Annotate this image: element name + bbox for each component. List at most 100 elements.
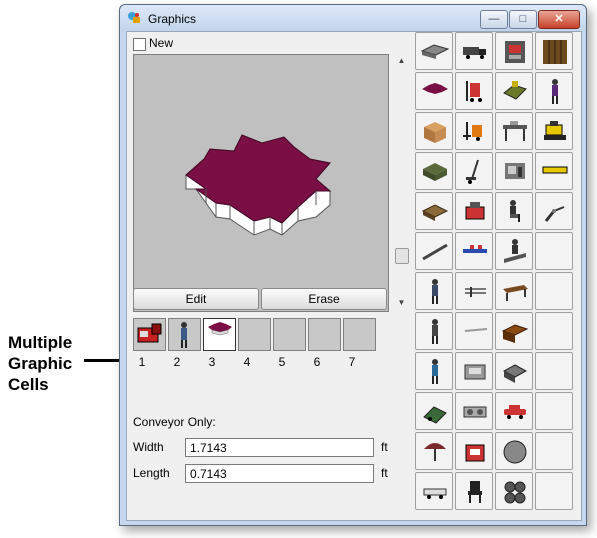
palette-empty-slot (535, 392, 573, 430)
graphic-cell-5[interactable] (273, 318, 306, 351)
small-vehicle-icon (423, 488, 447, 499)
palette-item-hand-cart[interactable] (455, 152, 493, 190)
palette-item-worker-standing[interactable] (415, 272, 453, 310)
palette-item-machine-tool[interactable] (495, 152, 533, 190)
palette-item-gear-platform[interactable] (415, 72, 453, 110)
machine-press-icon (505, 41, 525, 63)
palette-item-gray-engine[interactable] (495, 352, 533, 390)
palette-item-yellow-bulldozer[interactable] (535, 112, 573, 150)
cell-number: 7 (348, 355, 356, 369)
red-machine-icon (137, 323, 162, 343)
gray-slab-icon (420, 44, 450, 59)
palette-item-lathe[interactable] (455, 392, 493, 430)
window-title: Graphics (148, 12, 197, 26)
graphic-cell-7[interactable] (343, 318, 376, 351)
palette-item-worker-treadmill[interactable] (495, 232, 533, 270)
width-field[interactable]: 1.7143 (185, 438, 374, 457)
palette-item-machine-press[interactable] (495, 32, 533, 70)
yellow-bulldozer-icon (544, 121, 566, 140)
close-button[interactable]: ✕ (538, 10, 580, 29)
palette-item-red-press[interactable] (455, 432, 493, 470)
graphic-cell-2[interactable] (168, 318, 201, 351)
client-area: New ▲ ▼ Edit Erase 1 2 3 4 5 6 7 Conveyo… (126, 31, 582, 521)
conveyor-rod-icon (422, 243, 448, 261)
palette-item-chair[interactable] (455, 472, 493, 510)
graphic-cell-4[interactable] (238, 318, 271, 351)
thin-rail-icon (464, 328, 488, 332)
palette-item-wood-pallet[interactable] (415, 192, 453, 230)
red-car-icon (504, 405, 526, 419)
palette-item-brown-table[interactable] (495, 272, 533, 310)
palette-item-forklift-red[interactable] (455, 72, 493, 110)
palette-item-gray-equipment[interactable] (455, 352, 493, 390)
gear-platform-graphic (185, 134, 332, 236)
palette-item-red-car[interactable] (495, 392, 533, 430)
palette-item-small-vehicle[interactable] (415, 472, 453, 510)
palette-item-yellow-bar[interactable] (535, 152, 573, 190)
scroll-down-icon[interactable]: ▼ (396, 298, 407, 307)
graphic-cell-1[interactable] (133, 318, 166, 351)
palette-item-worker-blue[interactable] (415, 352, 453, 390)
brown-desk-icon (501, 324, 529, 343)
palette-scrollbar[interactable]: ▲ ▼ (393, 54, 410, 310)
palette-item-worker-standing-2[interactable] (415, 312, 453, 350)
palette-item-workbench[interactable] (495, 112, 533, 150)
workbench-icon (503, 121, 527, 141)
palette-item-gray-slab[interactable] (415, 32, 453, 70)
graphic-cell-3[interactable] (203, 318, 236, 351)
erase-button[interactable]: Erase (261, 288, 387, 310)
worker-umbrella-icon (424, 443, 446, 461)
palette-item-thin-rail[interactable] (455, 312, 493, 350)
graphic-cell-6[interactable] (308, 318, 341, 351)
scroll-up-icon[interactable]: ▲ (396, 56, 407, 65)
edit-button[interactable]: Edit (133, 288, 259, 310)
palette-item-worker-seated[interactable] (495, 192, 533, 230)
red-robot-icon (465, 202, 485, 220)
cell-number: 4 (243, 355, 251, 369)
palette-item-wood-crate[interactable] (535, 32, 573, 70)
width-label: Width (133, 440, 164, 454)
palette-item-barrels[interactable] (495, 472, 533, 510)
palette-item-green-crate[interactable] (415, 152, 453, 190)
palette-item-green-machine[interactable] (495, 72, 533, 110)
chair-icon (468, 481, 482, 503)
scroll-thumb[interactable] (395, 248, 409, 264)
graphic-preview[interactable] (133, 54, 389, 312)
machine-tool-icon (505, 163, 525, 179)
palette-item-conveyor-rod[interactable] (415, 232, 453, 270)
palette-item-truck[interactable] (455, 32, 493, 70)
graphics-window: Graphics — □ ✕ New ▲ ▼ Edit Erase 1 2 3 … (119, 4, 587, 526)
palette-empty-slot (535, 432, 573, 470)
palette-empty-slot (535, 352, 573, 390)
gear-platform-icon (422, 83, 448, 94)
annotation-arrow (84, 359, 124, 362)
palette-item-conveyor-blue[interactable] (455, 232, 493, 270)
pipe-rack-icon (465, 287, 486, 297)
new-checkbox[interactable] (133, 38, 146, 51)
red-press-icon (465, 444, 485, 462)
palette-item-robot-arm[interactable] (535, 192, 573, 230)
worker-treadmill-icon (504, 239, 526, 263)
new-checkbox-label[interactable]: New (149, 36, 173, 50)
palette-item-worker-purple[interactable] (535, 72, 573, 110)
length-label: Length (133, 466, 170, 480)
palette-item-worker-umbrella[interactable] (415, 432, 453, 470)
palette-item-brown-desk[interactable] (495, 312, 533, 350)
truck-icon (463, 47, 486, 59)
forklift-red-icon (466, 81, 482, 102)
app-icon (128, 12, 140, 23)
title-bar[interactable]: Graphics — □ ✕ (120, 5, 586, 31)
minimize-button[interactable]: — (480, 10, 508, 29)
palette-item-gray-disc[interactable] (495, 432, 533, 470)
palette-item-cardboard-box[interactable] (415, 112, 453, 150)
palette-item-pipe-rack[interactable] (455, 272, 493, 310)
maximize-button[interactable]: □ (509, 10, 537, 29)
palette-item-forklift-orange[interactable] (455, 112, 493, 150)
length-field[interactable]: 0.7143 (185, 464, 374, 483)
yellow-bar-icon (542, 166, 568, 174)
cell-number: 1 (138, 355, 146, 369)
palette-item-green-loader[interactable] (415, 392, 453, 430)
palette-item-red-robot[interactable] (455, 192, 493, 230)
width-unit: ft (381, 440, 388, 454)
green-loader-icon (423, 406, 447, 424)
